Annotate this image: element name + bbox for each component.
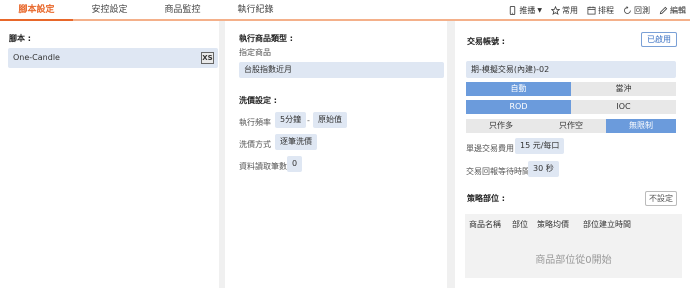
fee-value[interactable]: 15 元/每口	[515, 138, 565, 154]
specified-product-label: 指定商品	[239, 48, 271, 57]
account-heading: 交易帳號 :	[467, 37, 505, 46]
execution-panel: 執行商品類型 : 指定商品 台股指數近月 洗價設定 : 執行頻率 5分鐘 - 原…	[225, 21, 451, 288]
trade-panel: 交易帳號 : 已啟用 期-模擬交易(內建)-02 自動 當沖 ROD IOC 只…	[455, 21, 690, 288]
tab-list: 腳本設定 安控設定 商品監控 執行紀錄	[0, 0, 292, 21]
top-nav-bar: 腳本設定 安控設定 商品監控 執行紀錄 推播 ▼ 常用 排程 回測 編輯	[0, 0, 690, 21]
chevron-down-icon: ▼	[537, 6, 542, 14]
fee-label: 單邊交易費用	[466, 144, 514, 153]
empty-positions-message: 商品部位從0開始	[535, 255, 612, 266]
mode-toggle: 自動 當沖	[466, 82, 676, 96]
col-product-name: 商品名稱	[469, 220, 501, 229]
frequency-separator: -	[307, 116, 310, 125]
frequent-label: 常用	[562, 5, 578, 15]
edit-button[interactable]: 編輯	[659, 5, 686, 16]
not-set-button[interactable]: 不設定	[645, 191, 677, 206]
script-panel: 腳本 : One-Candle XS	[0, 21, 222, 288]
order-type-rod[interactable]: ROD	[466, 100, 571, 114]
schedule-button[interactable]: 排程	[587, 5, 614, 16]
star-icon	[551, 5, 560, 15]
direction-unlimited[interactable]: 無限制	[606, 119, 676, 133]
wash-method-value[interactable]: 逐筆洗價	[275, 134, 317, 150]
col-avg-price: 策略均價	[537, 220, 569, 229]
backtest-button[interactable]: 回測	[623, 5, 650, 16]
direction-long-only[interactable]: 只作多	[466, 119, 536, 133]
data-count-value[interactable]: 0	[287, 156, 302, 172]
col-position: 部位	[512, 220, 528, 229]
frequency-label: 執行頻率	[239, 118, 271, 127]
refresh-icon	[624, 5, 631, 14]
wait-time-value[interactable]: 30 秒	[528, 161, 559, 177]
product-type-heading: 執行商品類型 :	[239, 34, 293, 43]
col-created-time: 部位建立時間	[583, 220, 631, 229]
phone-icon	[510, 5, 516, 15]
tab-script-settings[interactable]: 腳本設定	[0, 0, 73, 21]
edit-label: 編輯	[670, 5, 686, 15]
calendar-icon	[587, 5, 596, 15]
xs-script-icon[interactable]: XS	[201, 52, 214, 64]
data-count-label: 資料讀取筆數	[239, 162, 287, 171]
frequency-value[interactable]: 5分鐘	[275, 112, 307, 128]
schedule-label: 排程	[598, 5, 614, 15]
positions-table: 商品名稱 部位 策略均價 部位建立時間 商品部位從0開始	[465, 214, 682, 278]
tab-security-settings[interactable]: 安控設定	[73, 0, 146, 21]
backtest-label: 回測	[634, 5, 650, 15]
frequent-button[interactable]: 常用	[551, 5, 578, 16]
tab-execution-log[interactable]: 執行紀錄	[219, 0, 292, 21]
toolbar: 推播 ▼ 常用 排程 回測 編輯	[508, 0, 686, 20]
tab-product-monitor[interactable]: 商品監控	[146, 0, 219, 21]
script-selector[interactable]: One-Candle XS	[8, 48, 218, 68]
mode-option-daytrade[interactable]: 當沖	[571, 82, 676, 96]
frequency-mode[interactable]: 原始值	[313, 112, 347, 128]
wash-settings-heading: 洗價設定 :	[239, 96, 277, 105]
edit-icon	[659, 6, 668, 14]
direction-short-only[interactable]: 只作空	[536, 119, 606, 133]
order-type-toggle: ROD IOC	[466, 100, 676, 114]
direction-toggle: 只作多 只作空 無限制	[466, 119, 676, 133]
wait-time-label: 交易回報等待時間	[466, 167, 530, 176]
product-field[interactable]: 台股指數近月	[239, 62, 444, 78]
script-heading: 腳本 :	[9, 34, 31, 43]
push-label: 推播	[519, 5, 536, 15]
wash-method-label: 洗價方式	[239, 140, 271, 149]
order-type-ioc[interactable]: IOC	[571, 100, 676, 114]
enabled-button[interactable]: 已啟用	[641, 32, 677, 47]
mode-option-auto[interactable]: 自動	[466, 82, 571, 96]
script-name: One-Candle	[13, 53, 60, 62]
push-button[interactable]: 推播 ▼	[508, 5, 542, 16]
position-heading: 策略部位 :	[467, 194, 505, 203]
account-field[interactable]: 期-模擬交易(內建)-02	[466, 61, 676, 78]
